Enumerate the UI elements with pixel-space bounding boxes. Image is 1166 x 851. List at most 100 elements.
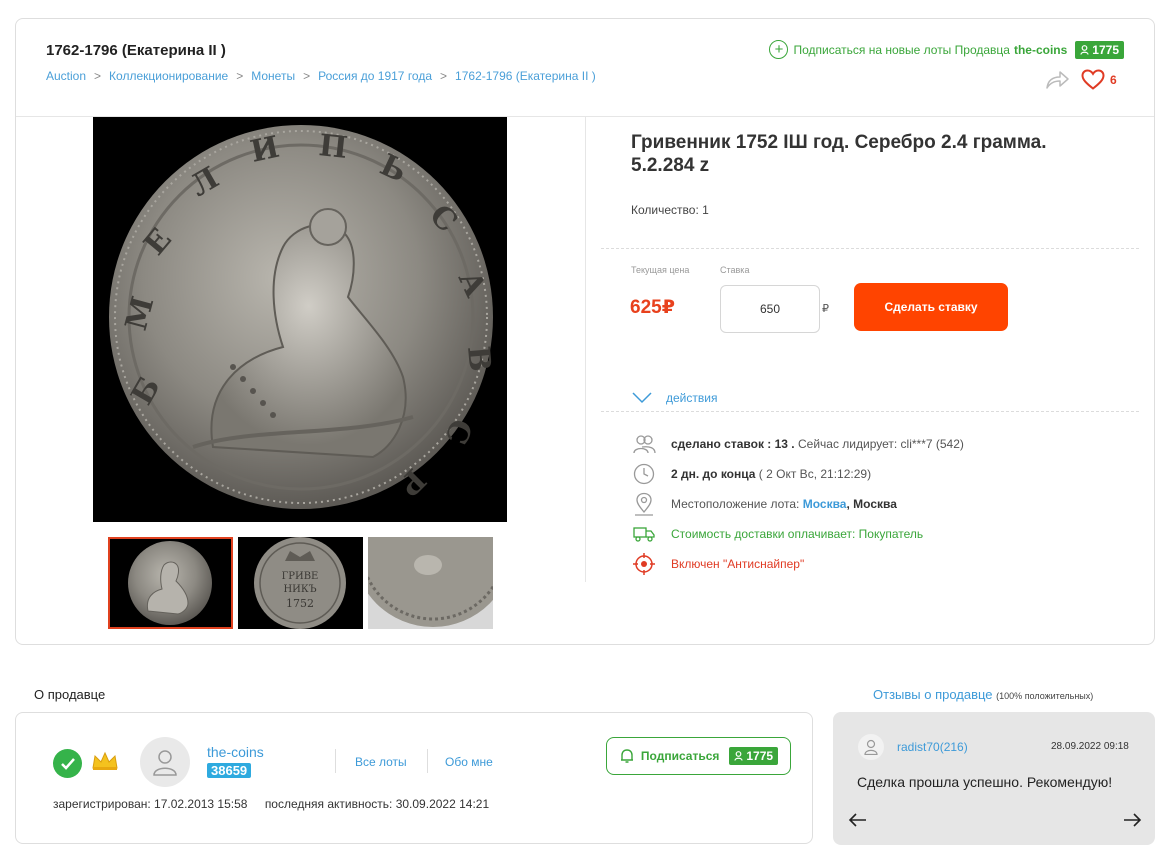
actions-label: действия (666, 391, 718, 405)
seller-score-badge: 38659 (207, 763, 252, 778)
bid-amount-input[interactable] (720, 285, 820, 333)
about-me-link[interactable]: Обо мне (445, 755, 493, 769)
person-icon (864, 739, 878, 755)
favorite-button[interactable]: 6 (1081, 69, 1117, 90)
seller-avatar[interactable] (140, 737, 190, 787)
breadcrumb-era[interactable]: 1762-1796 (Екатерина II ) (455, 69, 596, 83)
seller-rating-value: 1775 (1092, 42, 1119, 57)
location-pin-icon (631, 492, 657, 516)
main-lot-image[interactable]: Б М Е Л И П Ь С А В С Р (93, 117, 507, 522)
antisniper-info: Включен "Антиснайпер" (631, 552, 804, 576)
seller-name-link[interactable]: the-coins (1014, 43, 1067, 57)
registered-date: зарегистрирован: 17.02.2013 15:58 (53, 797, 248, 811)
person-icon (153, 750, 177, 776)
share-icon[interactable] (1044, 69, 1070, 91)
location-region: , Москва (846, 497, 897, 511)
bids-info: сделано ставок : 13 . Сейчас лидирует: c… (631, 432, 964, 456)
review-text: Сделка прошла успешно. Рекомендую! (857, 774, 1113, 790)
actions-toggle[interactable]: действия (632, 391, 717, 405)
seller-rating-badge: 1775 (1075, 40, 1124, 59)
breadcrumb-auction[interactable]: Auction (46, 69, 86, 83)
divider (335, 749, 336, 773)
coin-thumb-detail (368, 537, 493, 629)
seller-rating-value: 1775 (746, 749, 774, 763)
person-icon (734, 751, 743, 761)
divider (601, 411, 1139, 412)
about-seller-title: О продавце (34, 687, 106, 702)
bid-currency: ₽ (822, 303, 829, 315)
coin-obverse-image: Б М Е Л И П Ь С А В С Р (93, 117, 507, 522)
antisniper-text: Включен "Антиснайпер" (671, 557, 805, 571)
crown-icon (92, 751, 118, 770)
delivery-info: Стоимость доставки оплачивает: Покупател… (631, 522, 923, 546)
current-price: 625₽ (630, 297, 675, 318)
breadcrumb-separator: > (236, 69, 244, 83)
users-icon (631, 432, 657, 456)
leader-info: Сейчас лидирует: cli***7 (542) (797, 437, 964, 451)
subscribe-label: Подписаться (640, 749, 720, 763)
time-left: 2 дн. до конца (671, 467, 756, 481)
thumbnail-strip: ГРИВЕ НИКЪ 1752 (108, 537, 493, 629)
coin-thumb-reverse: ГРИВЕ НИКЪ 1752 (238, 537, 363, 629)
breadcrumb-separator: > (303, 69, 311, 83)
location-info: Местоположение лота: Москва , Москва (631, 492, 897, 516)
registration-info: зарегистрирован: 17.02.2013 15:58 послед… (53, 797, 489, 811)
bell-icon (620, 749, 633, 763)
reviews-title[interactable]: Отзывы о продавце (100% положительных) (873, 687, 1093, 702)
thumbnail-obverse[interactable] (108, 537, 233, 629)
arrow-left-icon[interactable] (848, 812, 868, 828)
thumbnail-detail[interactable] (368, 537, 493, 629)
svg-text:В: В (460, 345, 497, 373)
location-city-link[interactable]: Москва (803, 497, 847, 511)
breadcrumb: Auction > Коллекционирование > Монеты > … (46, 69, 596, 83)
divider (427, 749, 428, 773)
reviewer-name-link[interactable]: radist70(216) (897, 740, 968, 754)
location-label: Местоположение лота: (671, 497, 800, 511)
divider (601, 248, 1139, 249)
lot-card: 1762-1796 (Екатерина II ) Auction > Колл… (15, 18, 1155, 645)
seller-card: the-coins 38659 Все лоты Обо мне Подписа… (15, 712, 813, 844)
favorites-count: 6 (1110, 72, 1117, 87)
subscribe-button[interactable]: Подписаться 1775 (606, 737, 791, 775)
review-date: 28.09.2022 09:18 (1051, 741, 1129, 752)
thumbnail-reverse[interactable]: ГРИВЕ НИКЪ 1752 (238, 537, 363, 629)
bid-label: Ставка (720, 265, 750, 275)
end-time: ( 2 Окт Вс, 21:12:29) (758, 467, 872, 481)
check-icon (53, 749, 82, 778)
plus-circle-icon: + (769, 40, 789, 59)
breadcrumb-separator: > (440, 69, 448, 83)
review-card: radist70(216) 28.09.2022 09:18 Сделка пр… (833, 712, 1155, 845)
clock-icon (631, 462, 657, 486)
reviews-title-text: Отзывы о продавце (873, 687, 993, 702)
svg-text:П: П (317, 128, 349, 166)
coin-thumb-obverse (110, 539, 231, 627)
svg-text:НИКЪ: НИКЪ (283, 584, 316, 595)
person-icon (1080, 44, 1089, 55)
breadcrumb-collecting[interactable]: Коллекционирование (109, 69, 228, 83)
lot-quantity: Количество: 1 (631, 203, 709, 217)
arrow-right-icon[interactable] (1122, 812, 1142, 828)
breadcrumb-separator: > (94, 69, 102, 83)
current-price-label: Текущая цена (631, 265, 690, 275)
time-left-info: 2 дн. до конца ( 2 Окт Вс, 21:12:29) (631, 462, 871, 486)
lot-title: Гривенник 1752 IШ год. Серебро 2.4 грамм… (631, 132, 1047, 176)
place-bid-button[interactable]: Сделать ставку (854, 283, 1008, 331)
truck-icon (631, 522, 657, 546)
last-activity: последняя активность: 30.09.2022 14:21 (264, 797, 490, 811)
target-icon (631, 552, 657, 576)
bids-count: сделано ставок : 13 . (671, 437, 795, 451)
reviewer-avatar (858, 734, 884, 760)
category-title: 1762-1796 (Екатерина II ) (46, 42, 226, 59)
subscribe-text: Подписаться на новые лоты Продавца (793, 42, 1010, 57)
heart-icon (1081, 69, 1105, 90)
column-divider (585, 117, 586, 582)
breadcrumb-russia[interactable]: Россия до 1917 года (318, 69, 432, 83)
breadcrumb-coins[interactable]: Монеты (251, 69, 295, 83)
svg-text:ГРИВЕ: ГРИВЕ (282, 571, 319, 582)
chevron-down-icon (632, 392, 652, 404)
subscribe-new-lots-link[interactable]: + Подписаться на новые лоты Продавца the… (769, 40, 1124, 59)
seller-name-link[interactable]: the-coins (207, 744, 264, 760)
seller-rating-badge: 1775 (729, 747, 779, 765)
all-lots-link[interactable]: Все лоты (355, 755, 407, 769)
reviews-positive: (100% положительных) (996, 691, 1094, 701)
